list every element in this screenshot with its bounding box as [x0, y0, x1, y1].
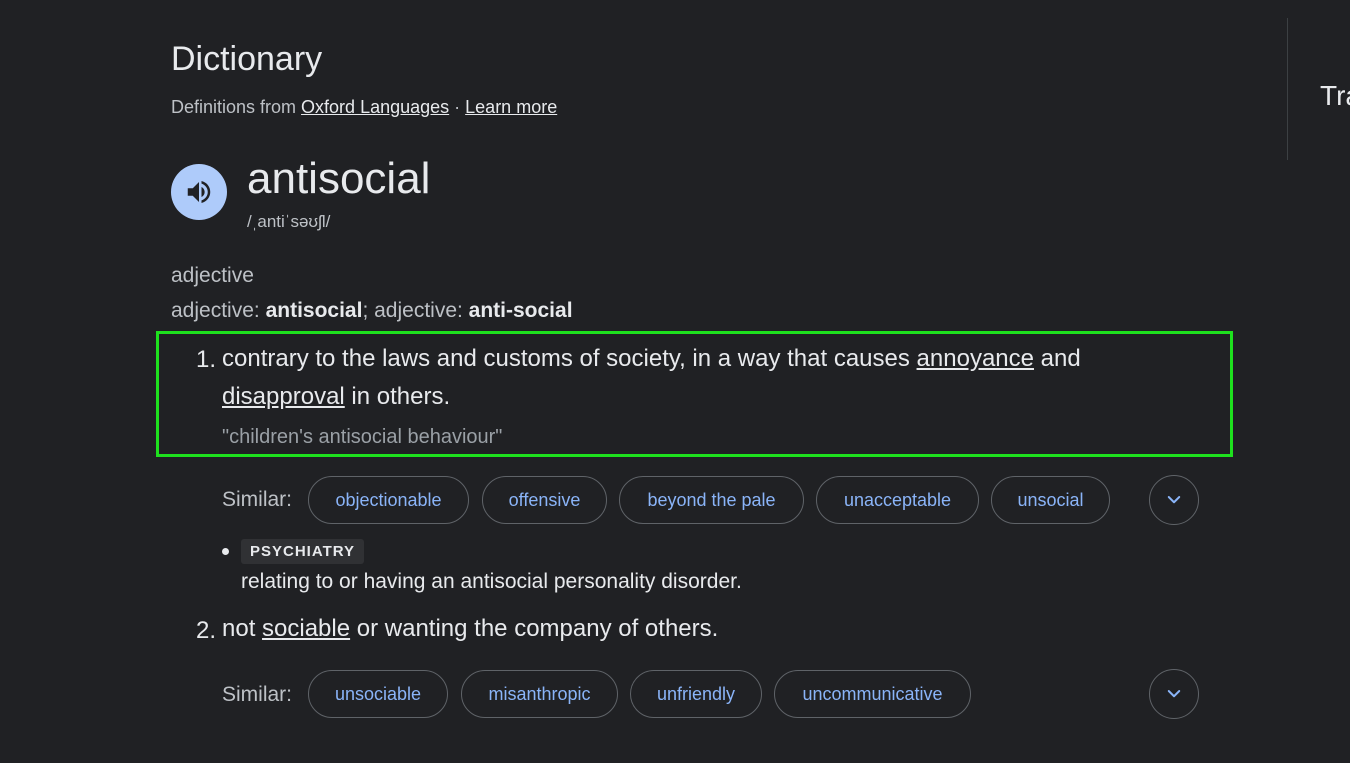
- highlight-box: [156, 331, 1233, 457]
- pronunciation-button[interactable]: [171, 164, 227, 220]
- definition-text: not: [222, 615, 263, 642]
- oxford-languages-link[interactable]: Oxford Languages: [301, 97, 449, 117]
- panel-divider: [1287, 18, 1288, 160]
- sense-number: 2.: [196, 617, 217, 644]
- similar-chip[interactable]: beyond the pale: [619, 476, 804, 524]
- similar-label: Similar:: [222, 683, 293, 706]
- sense-definition: not sociable or wanting the company of o…: [222, 610, 718, 648]
- volume-up-icon: [187, 181, 211, 203]
- expand-similar-button[interactable]: [1149, 669, 1199, 719]
- form-pos: adjective: [374, 299, 457, 322]
- form-word: anti-social: [468, 299, 573, 322]
- subject-label: PSYCHIATRY: [241, 539, 365, 564]
- source-line: Definitions from Oxford Languages · Lear…: [171, 97, 557, 118]
- section-title: Dictionary: [171, 40, 323, 78]
- word-forms: adjective: antisocial; adjective: anti-s…: [171, 299, 573, 322]
- similar-chip[interactable]: unsocial: [991, 476, 1110, 524]
- form-pos: adjective: [171, 299, 254, 322]
- definition-text: or wanting the company of others.: [350, 615, 719, 642]
- side-panel-label: Tra: [1320, 80, 1350, 111]
- similar-chip[interactable]: unsociable: [308, 670, 448, 718]
- headword: antisocial: [247, 154, 431, 203]
- chevron-down-icon: [1167, 690, 1181, 698]
- similar-chip[interactable]: objectionable: [308, 476, 469, 524]
- source-prefix: Definitions from: [171, 97, 302, 117]
- source-separator: ·: [449, 97, 466, 117]
- phonetic-spelling: /ˌantiˈsəʊʃl/: [247, 212, 331, 231]
- similar-chip[interactable]: uncommunicative: [774, 670, 971, 718]
- part-of-speech: adjective: [171, 264, 254, 287]
- similar-chip[interactable]: misanthropic: [461, 670, 618, 718]
- subsense-definition: relating to or having an antisocial pers…: [241, 570, 742, 593]
- expand-similar-button[interactable]: [1149, 475, 1199, 525]
- chevron-down-icon: [1167, 496, 1181, 504]
- learn-more-link[interactable]: Learn more: [465, 97, 557, 117]
- similar-chip[interactable]: unfriendly: [630, 670, 762, 718]
- bullet-dot: [222, 548, 229, 555]
- form-word: antisocial: [265, 299, 363, 322]
- similar-chip[interactable]: unacceptable: [816, 476, 979, 524]
- similar-label: Similar:: [222, 488, 293, 511]
- similar-chip[interactable]: offensive: [482, 476, 607, 524]
- sociable-link[interactable]: sociable: [262, 615, 350, 642]
- dictionary-panel: Dictionary Definitions from Oxford Langu…: [0, 0, 1350, 763]
